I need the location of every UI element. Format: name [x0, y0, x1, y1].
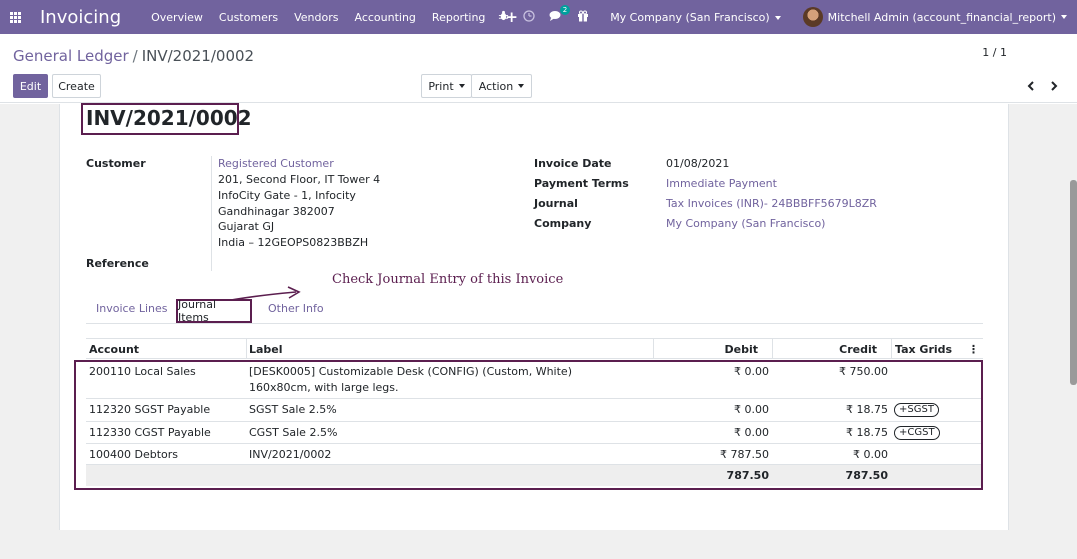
company-name: My Company (San Francisco) [610, 10, 770, 24]
table-header: Account Label Debit Credit Tax Grids ⋮ [86, 338, 983, 359]
payment-terms-label: Payment Terms [534, 177, 629, 190]
payment-terms-link[interactable]: Immediate Payment [666, 177, 777, 190]
avatar [802, 7, 823, 27]
journal-label: Journal [534, 197, 578, 210]
bottom-area [0, 530, 1077, 559]
action-button[interactable]: Action [471, 74, 532, 98]
invoice-date-label: Invoice Date [534, 157, 612, 170]
chat-count-badge: 2 [559, 4, 571, 15]
customer-link[interactable]: Registered Customer [218, 157, 334, 170]
control-panel: General Ledger / INV/2021/0002 Edit Create… [0, 34, 1077, 103]
breadcrumb-current: INV/2021/0002 [141, 47, 255, 65]
create-button[interactable]: Create [52, 74, 101, 98]
action-label: Action [478, 79, 514, 93]
invoice-title: INV/2021/0002 [81, 103, 252, 135]
address-line: India – 12GEOPS0823BBZH [218, 236, 369, 249]
column-credit[interactable]: Credit [775, 343, 877, 356]
customer-label: Customer [86, 157, 146, 170]
pager-value[interactable]: 1 / 1 [982, 46, 1007, 59]
gift-icon[interactable] [570, 10, 596, 25]
scrollbar-thumb[interactable] [1070, 180, 1077, 385]
address-line: Gandhinagar 382007 [218, 205, 335, 218]
bug-icon[interactable] [491, 10, 516, 24]
column-divider [653, 339, 654, 359]
chevron-right-icon[interactable] [1048, 80, 1062, 94]
tab-other-info[interactable]: Other Info [268, 302, 324, 315]
breadcrumb-separator: / [132, 47, 138, 65]
edit-button[interactable]: Edit [13, 74, 48, 98]
journal-link[interactable]: Tax Invoices (INR)- 24BBBFF5679L8ZR [666, 197, 877, 210]
invoice-date-value: 01/08/2021 [666, 157, 730, 170]
column-divider [891, 339, 892, 359]
chevron-left-icon[interactable] [1025, 80, 1039, 94]
tab-invoice-lines[interactable]: Invoice Lines [96, 302, 167, 315]
column-settings-icon[interactable]: ⋮ [968, 343, 979, 356]
breadcrumb: General Ledger / INV/2021/0002 [13, 47, 254, 65]
chat-icon[interactable]: 2 [542, 4, 571, 25]
highlight-box [74, 360, 983, 490]
annotation-text: Check Journal Entry of this Invoice [332, 272, 564, 287]
menu-reporting[interactable]: Reporting [424, 11, 493, 24]
breadcrumb-general-ledger[interactable]: General Ledger [13, 47, 129, 65]
top-navbar: Invoicing Overview Customers Vendors Acc… [0, 0, 1077, 34]
clock-icon[interactable] [516, 9, 542, 25]
chevron-down-icon [1061, 15, 1067, 19]
reference-label: Reference [86, 257, 149, 270]
chevron-down-icon [774, 15, 781, 20]
print-label: Print [428, 79, 454, 93]
apps-menu-icon[interactable] [0, 0, 30, 34]
company-link[interactable]: My Company (San Francisco) [666, 217, 825, 230]
user-menu[interactable]: Mitchell Admin (account_financial_report… [791, 7, 1077, 27]
chevron-down-icon [458, 84, 465, 88]
tabs-divider [86, 323, 983, 324]
company-label: Company [534, 217, 592, 230]
menu-overview[interactable]: Overview [143, 11, 211, 24]
column-divider [772, 339, 773, 359]
user-name: Mitchell Admin (account_financial_report… [827, 10, 1056, 24]
field-divider [211, 156, 212, 271]
column-debit[interactable]: Debit [656, 343, 759, 356]
address-line: 201, Second Floor, IT Tower 4 [218, 173, 381, 186]
address-line: InfoCity Gate - 1, Infocity [218, 189, 356, 202]
app-brand[interactable]: Invoicing [40, 7, 121, 28]
menu-vendors[interactable]: Vendors [286, 11, 346, 24]
menu-accounting[interactable]: Accounting [346, 11, 423, 24]
column-tax-grids[interactable]: Tax Grids [895, 343, 952, 356]
chevron-down-icon [518, 84, 525, 88]
column-label[interactable]: Label [249, 343, 283, 356]
address-line: Gujarat GJ [218, 220, 275, 233]
menu-customers[interactable]: Customers [211, 11, 286, 24]
column-divider [246, 339, 247, 359]
tab-journal-items[interactable]: Journal Items [176, 298, 252, 324]
column-account[interactable]: Account [89, 343, 139, 356]
company-switcher[interactable]: My Company (San Francisco) [596, 11, 790, 24]
print-button[interactable]: Print [421, 74, 472, 98]
